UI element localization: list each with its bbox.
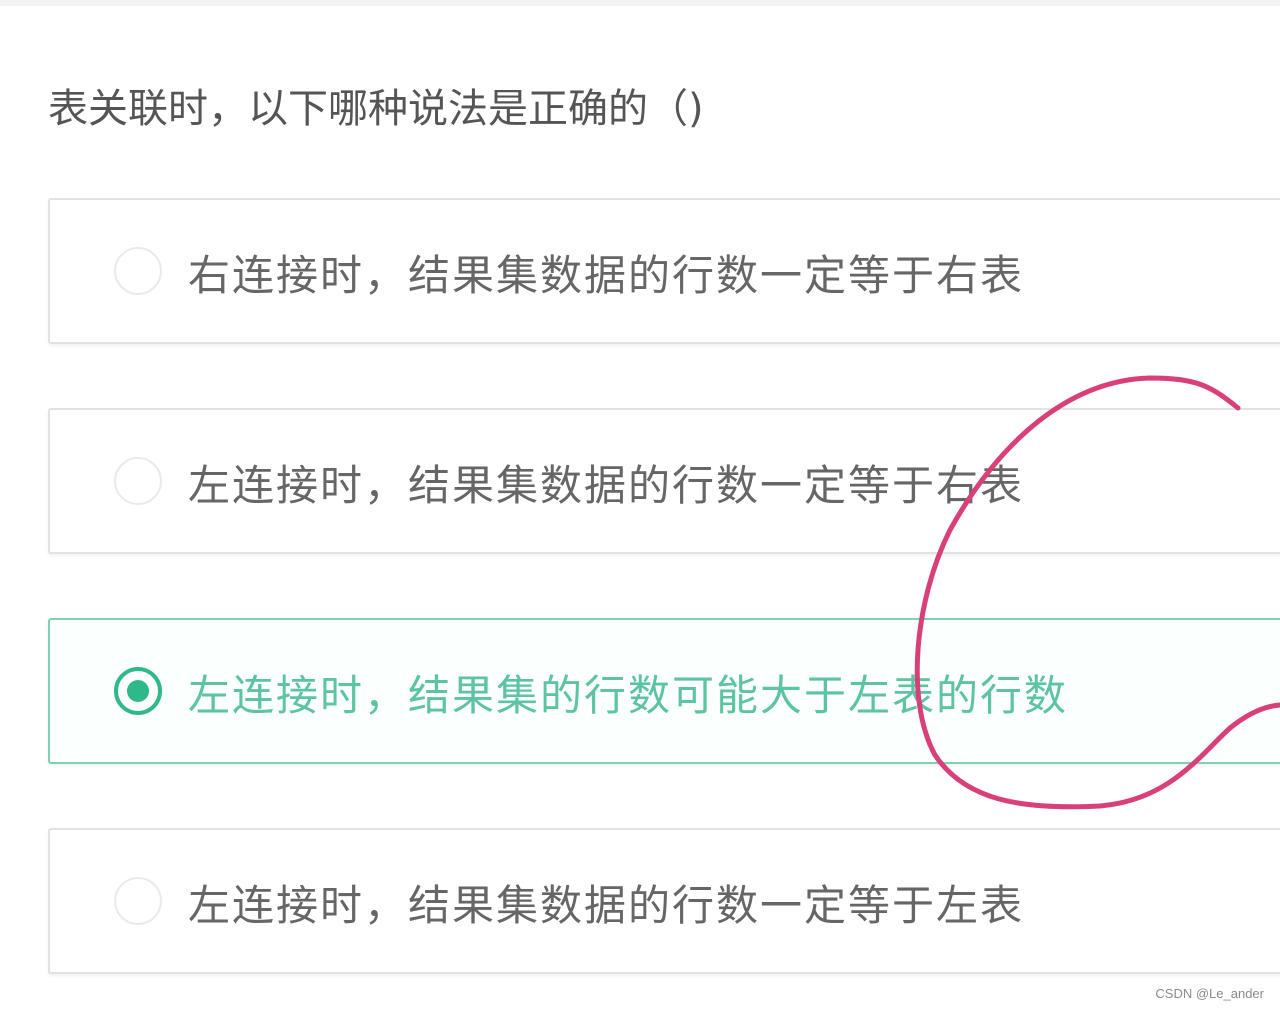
option-d[interactable]: 左连接时，结果集数据的行数一定等于左表 (48, 828, 1280, 974)
option-a[interactable]: 右连接时，结果集数据的行数一定等于右表 (48, 198, 1280, 344)
question-text: 表关联时，以下哪种说法是正确的（) (48, 86, 704, 132)
watermark-text: CSDN @Le_ander (1155, 986, 1264, 1001)
radio-circle-icon[interactable] (114, 877, 162, 925)
radio-circle-icon[interactable] (114, 457, 162, 505)
option-label: 右连接时，结果集数据的行数一定等于右表 (188, 251, 1025, 300)
option-label: 左连接时，结果集数据的行数一定等于右表 (188, 461, 1025, 510)
option-b[interactable]: 左连接时，结果集数据的行数一定等于右表 (48, 408, 1280, 554)
radio-selected-icon[interactable] (114, 667, 162, 715)
option-c[interactable]: 左连接时，结果集的行数可能大于左表的行数 (48, 618, 1280, 764)
radio-circle-icon[interactable] (114, 247, 162, 295)
option-label: 左连接时，结果集数据的行数一定等于左表 (188, 881, 1025, 930)
option-label: 左连接时，结果集的行数可能大于左表的行数 (188, 671, 1069, 720)
top-divider (0, 0, 1280, 6)
quiz-page: 表关联时，以下哪种说法是正确的（) 右连接时，结果集数据的行数一定等于右表 左连… (0, 0, 1280, 1009)
